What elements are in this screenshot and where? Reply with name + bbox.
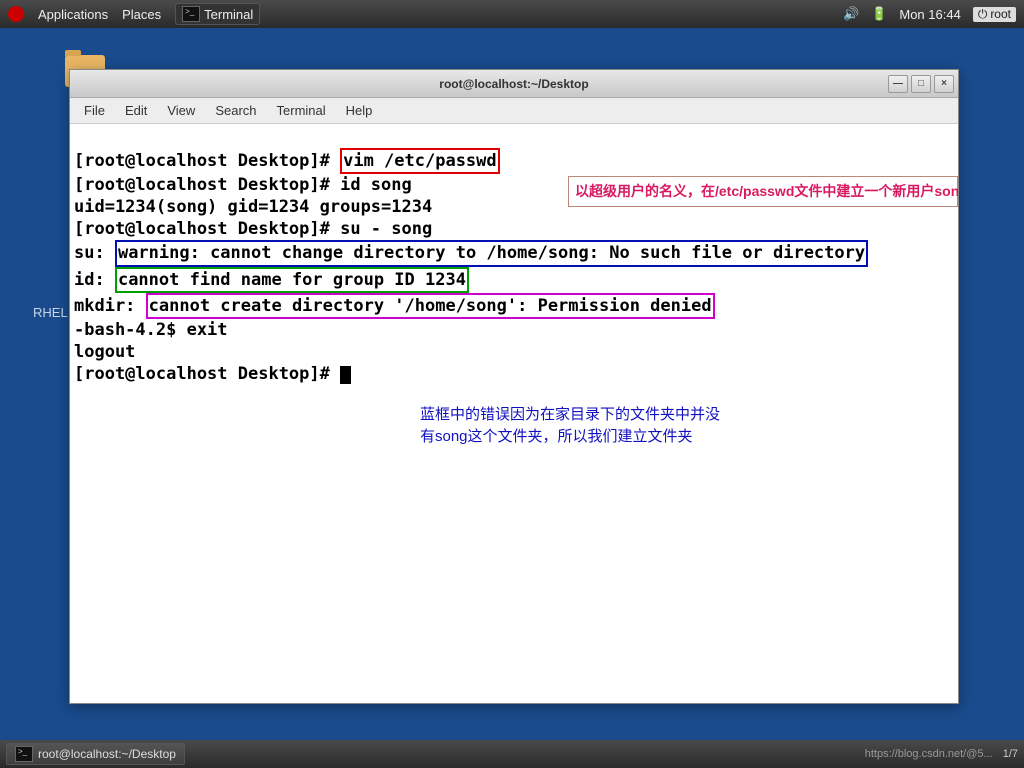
cursor-icon xyxy=(340,366,351,384)
terminal-task-label: Terminal xyxy=(204,7,253,22)
top-panel: Applications Places Terminal 🔊 🔋 Mon 16:… xyxy=(0,0,1024,28)
terminal-line: [root@localhost Desktop]# id song xyxy=(74,175,412,195)
panel-right: 🔊 🔋 Mon 16:44 ⏻ root xyxy=(843,6,1016,22)
maximize-button[interactable]: □ xyxy=(911,75,931,93)
terminal-body[interactable]: [root@localhost Desktop]# vim /etc/passw… xyxy=(70,124,958,703)
terminal-line: logout xyxy=(74,342,135,362)
terminal-line: [root@localhost Desktop]# vim /etc/passw… xyxy=(74,151,500,171)
shutdown-icon: ⏻ xyxy=(978,7,988,22)
watermark-text: https://blog.csdn.net/@5... xyxy=(865,748,993,760)
menu-help[interactable]: Help xyxy=(338,101,381,120)
rhel-watermark: RHEL xyxy=(33,305,68,320)
menu-view[interactable]: View xyxy=(159,101,203,120)
terminal-line: su: warning: cannot change directory to … xyxy=(74,243,868,263)
bottom-task-label: root@localhost:~/Desktop xyxy=(38,747,176,761)
terminal-line: mkdir: cannot create directory '/home/so… xyxy=(74,296,715,316)
annotation-blue-line2: 有song这个文件夹，所以我们建立文件夹 xyxy=(420,428,693,445)
battery-icon[interactable]: 🔋 xyxy=(871,6,887,22)
bottom-taskbar-button[interactable]: root@localhost:~/Desktop xyxy=(6,743,185,765)
applications-menu[interactable]: Applications xyxy=(38,7,108,22)
annotation-blue-text: 蓝框中的错误因为在家目录下的文件夹中并没 有song这个文件夹，所以我们建立文件… xyxy=(420,404,800,448)
clock-label[interactable]: Mon 16:44 xyxy=(899,7,960,22)
terminal-line: id: cannot find name for group ID 1234 xyxy=(74,270,469,290)
places-menu[interactable]: Places xyxy=(122,7,161,22)
minimize-button[interactable]: — xyxy=(888,75,908,93)
window-title: root@localhost:~/Desktop xyxy=(439,77,588,91)
red-highlight-box: vim /etc/passwd xyxy=(340,148,500,174)
terminal-icon xyxy=(15,746,33,762)
magenta-highlight-box: cannot create directory '/home/song': Pe… xyxy=(146,293,715,319)
menu-edit[interactable]: Edit xyxy=(117,101,155,120)
blue-highlight-box: warning: cannot change directory to /hom… xyxy=(115,240,868,266)
terminal-icon xyxy=(182,6,200,22)
terminal-taskbar-button[interactable]: Terminal xyxy=(175,3,260,25)
menu-terminal[interactable]: Terminal xyxy=(269,101,334,120)
terminal-window: root@localhost:~/Desktop — □ × File Edit… xyxy=(69,69,959,704)
close-button[interactable]: × xyxy=(934,75,954,93)
window-titlebar[interactable]: root@localhost:~/Desktop — □ × xyxy=(70,70,958,98)
terminal-line: [root@localhost Desktop]# xyxy=(74,364,351,384)
terminal-line: -bash-4.2$ exit xyxy=(74,320,228,340)
annotation-red-box: 以超级用户的名义，在/etc/passwd文件中建立一个新用户song，查看so… xyxy=(568,176,958,207)
page-indicator: 1/7 xyxy=(1003,748,1018,760)
green-highlight-box: cannot find name for group ID 1234 xyxy=(115,267,469,293)
volume-icon[interactable]: 🔊 xyxy=(843,6,859,22)
menu-search[interactable]: Search xyxy=(207,101,264,120)
menu-file[interactable]: File xyxy=(76,101,113,120)
window-controls: — □ × xyxy=(888,75,954,93)
terminal-menubar: File Edit View Search Terminal Help xyxy=(70,98,958,124)
terminal-line: uid=1234(song) gid=1234 groups=1234 xyxy=(74,197,432,217)
annotation-blue-line1: 蓝框中的错误因为在家目录下的文件夹中并没 xyxy=(420,406,720,423)
user-menu[interactable]: ⏻ root xyxy=(973,7,1016,22)
bottom-panel: root@localhost:~/Desktop https://blog.cs… xyxy=(0,740,1024,768)
terminal-line: [root@localhost Desktop]# su - song xyxy=(74,219,432,239)
user-label: root xyxy=(990,7,1011,21)
panel-left: Applications Places Terminal xyxy=(8,3,260,25)
redhat-logo-icon xyxy=(8,6,24,22)
